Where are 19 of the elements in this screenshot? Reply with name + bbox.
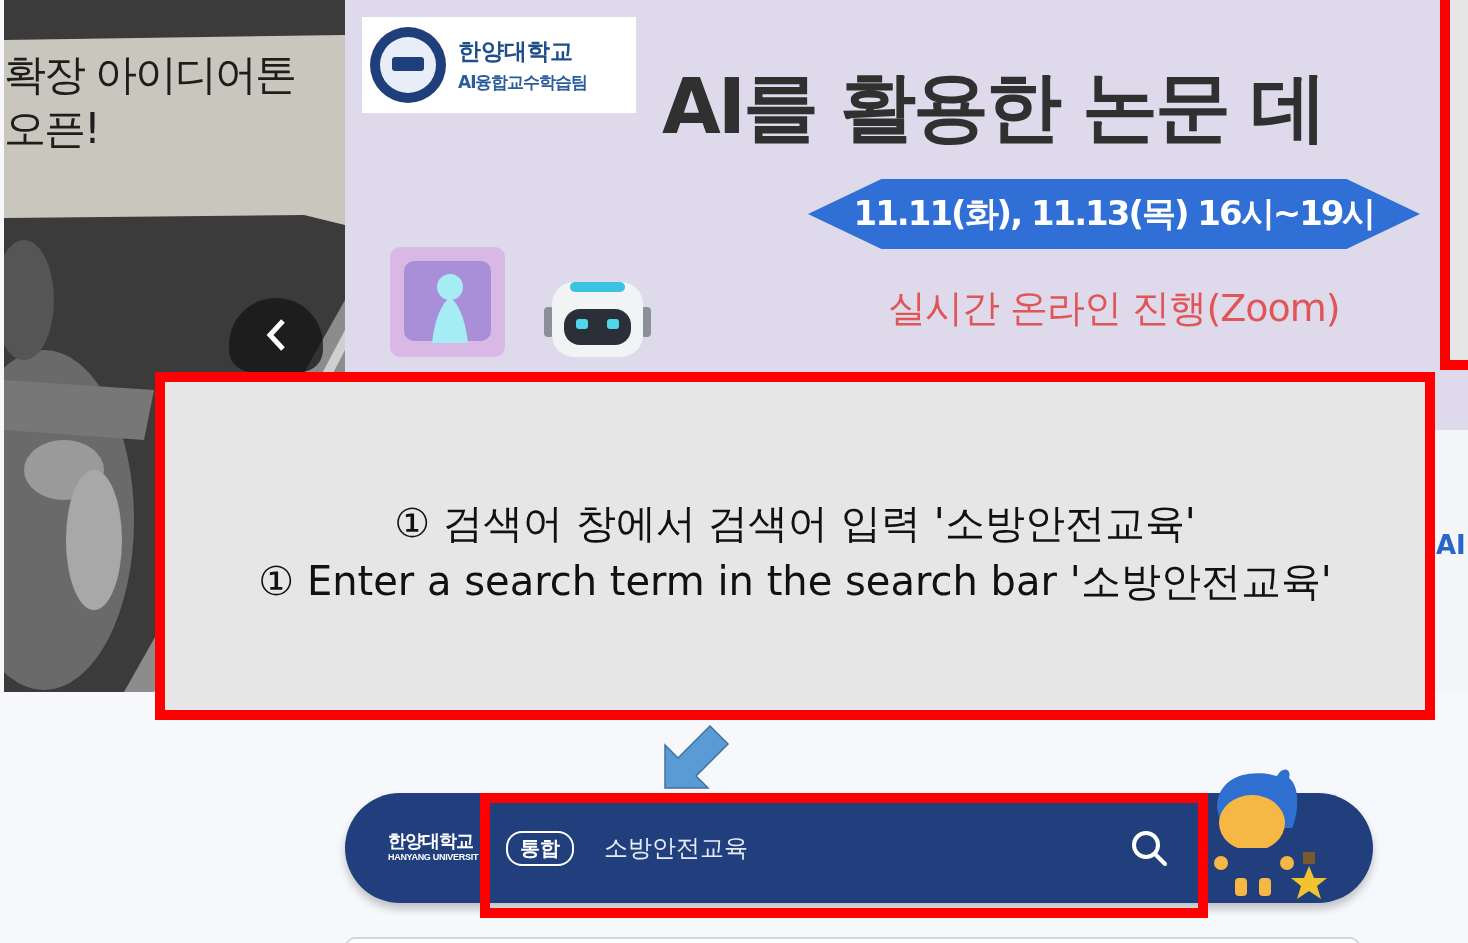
date-banner: 11.11(화), 11.13(목) 16시~19시	[808, 179, 1420, 249]
search-button[interactable]	[1130, 829, 1168, 867]
search-field[interactable]: 소방안전교육	[604, 832, 748, 864]
logo-subtext: HANYANG UNIVERSIT	[388, 851, 478, 863]
search-icon	[1130, 829, 1168, 867]
side-banner-text: AI	[1436, 530, 1466, 560]
event-mode: 실시간 온라인 진행(Zoom)	[888, 285, 1340, 332]
logo-text: 한양대학교	[388, 829, 474, 852]
annotation-text: ① 검색어 창에서 검색어 입력 '소방안전교육'	[394, 499, 1196, 548]
banner-text: 확장 아이디어톤	[4, 49, 296, 101]
person-card-icon	[390, 247, 505, 357]
chevron-left-icon	[266, 318, 286, 352]
emblem-icon	[368, 25, 448, 105]
banner-text: 오픈!	[4, 103, 99, 155]
logo-text: 한양대학교	[458, 37, 574, 66]
scope-tag[interactable]: 통합	[506, 830, 574, 866]
headline: AI를 활용한 논문 데	[662, 61, 1325, 153]
team-name: AI융합교수학습팀	[458, 71, 588, 94]
annotation-text: ① Enter a search term in the search bar '소방안전교육'	[258, 557, 1332, 606]
